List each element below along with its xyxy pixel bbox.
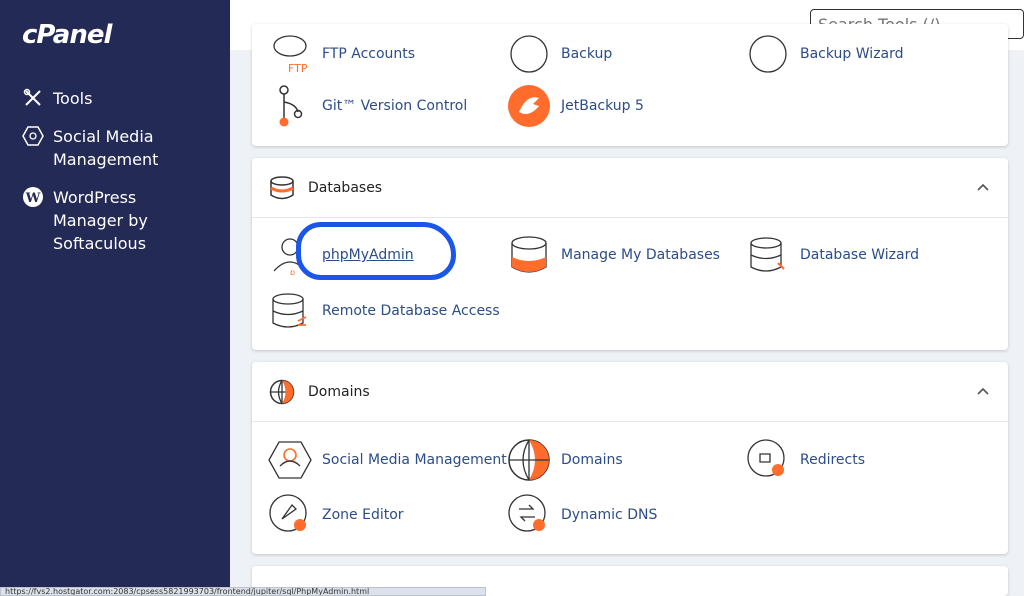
- ftp-icon: FTP: [268, 32, 312, 76]
- redirects-icon: [746, 438, 790, 482]
- tool-manage-my-databases[interactable]: Manage My Databases: [507, 233, 720, 277]
- database-wizard-icon: [746, 233, 790, 277]
- tool-label: Database Wizard: [800, 247, 919, 263]
- tool-label: Zone Editor: [322, 507, 404, 523]
- databases-panel-header[interactable]: Databases: [252, 158, 1008, 218]
- social-media-icon: [22, 125, 44, 147]
- sidebar-item-wordpress[interactable]: W WordPress Manager by Softaculous: [22, 186, 148, 255]
- tool-label: JetBackup 5: [561, 98, 644, 114]
- sidebar-item-tools[interactable]: Tools: [22, 87, 92, 110]
- social-media-management-icon: [268, 438, 312, 482]
- backup-wizard-icon: [746, 32, 790, 76]
- tool-ftp-accounts[interactable]: FTP FTP Accounts: [268, 32, 415, 76]
- tool-jetbackup[interactable]: JetBackup 5: [507, 84, 644, 128]
- tool-label: Social Media Management: [322, 452, 507, 468]
- sidebar-item-social-media[interactable]: Social Media Management: [22, 125, 158, 171]
- tool-label: Domains: [561, 452, 623, 468]
- svg-text:W: W: [25, 191, 41, 206]
- tool-backup-wizard[interactable]: Backup Wizard: [746, 32, 904, 76]
- sidebar-item-label: Tools: [53, 89, 93, 108]
- cpanel-logo[interactable]: cPanel: [22, 20, 112, 50]
- zone-editor-icon: [268, 493, 312, 537]
- chevron-up-icon[interactable]: [976, 384, 990, 398]
- tools-icon: [22, 87, 44, 109]
- browser-status-url: https://fvs2.hostgator.com:2083/cpsess58…: [0, 587, 486, 596]
- tool-label: Backup: [561, 46, 613, 62]
- panel-title: Databases: [308, 179, 383, 196]
- tool-label: FTP Accounts: [322, 46, 416, 62]
- sidebar-item-label: WordPress Manager by Softaculous: [53, 188, 148, 253]
- domains-panel-header[interactable]: Domains: [252, 362, 1008, 422]
- tool-label: Dynamic DNS: [561, 507, 658, 523]
- sidebar-item-label: Social Media Management: [53, 127, 159, 169]
- tool-dynamic-dns[interactable]: Dynamic DNS: [507, 493, 657, 537]
- svg-text:FTP: FTP: [288, 62, 308, 74]
- chevron-up-icon[interactable]: [976, 180, 990, 194]
- svg-text:p: p: [290, 268, 295, 275]
- remote-database-icon: [268, 289, 312, 333]
- globe-icon: [268, 378, 296, 406]
- database-icon: [268, 174, 296, 202]
- tool-zone-editor[interactable]: Zone Editor: [268, 493, 404, 537]
- sidebar: cPanel Tools Social Media Management W W…: [0, 0, 230, 596]
- tool-label: Remote Database Access: [322, 303, 500, 319]
- tool-git-version-control[interactable]: Git™ Version Control: [268, 84, 467, 128]
- git-icon: [268, 84, 312, 128]
- domains-panel: Domains Social Media Management Domains …: [252, 362, 1008, 554]
- tool-backup[interactable]: Backup: [507, 32, 612, 76]
- manage-databases-icon: [507, 233, 551, 277]
- tool-label: Manage My Databases: [561, 247, 720, 263]
- dynamic-dns-icon: [507, 493, 551, 537]
- annotation-highlight: [296, 222, 456, 280]
- tool-label: Git™ Version Control: [322, 98, 468, 114]
- tool-remote-database-access[interactable]: Remote Database Access: [268, 289, 500, 333]
- jetbackup-icon: [507, 84, 551, 128]
- tool-label: Backup Wizard: [800, 46, 904, 62]
- panel-title: Domains: [308, 383, 370, 400]
- tool-social-media-management[interactable]: Social Media Management: [268, 438, 507, 482]
- tool-database-wizard[interactable]: Database Wizard: [746, 233, 919, 277]
- domains-icon: [507, 438, 551, 482]
- backup-icon: [507, 32, 551, 76]
- tool-domains[interactable]: Domains: [507, 438, 623, 482]
- tool-redirects[interactable]: Redirects: [746, 438, 865, 482]
- wordpress-icon: W: [22, 186, 44, 208]
- files-panel: FTP FTP Accounts Backup Backup Wizard Gi…: [252, 24, 1008, 146]
- tool-label: Redirects: [800, 452, 866, 468]
